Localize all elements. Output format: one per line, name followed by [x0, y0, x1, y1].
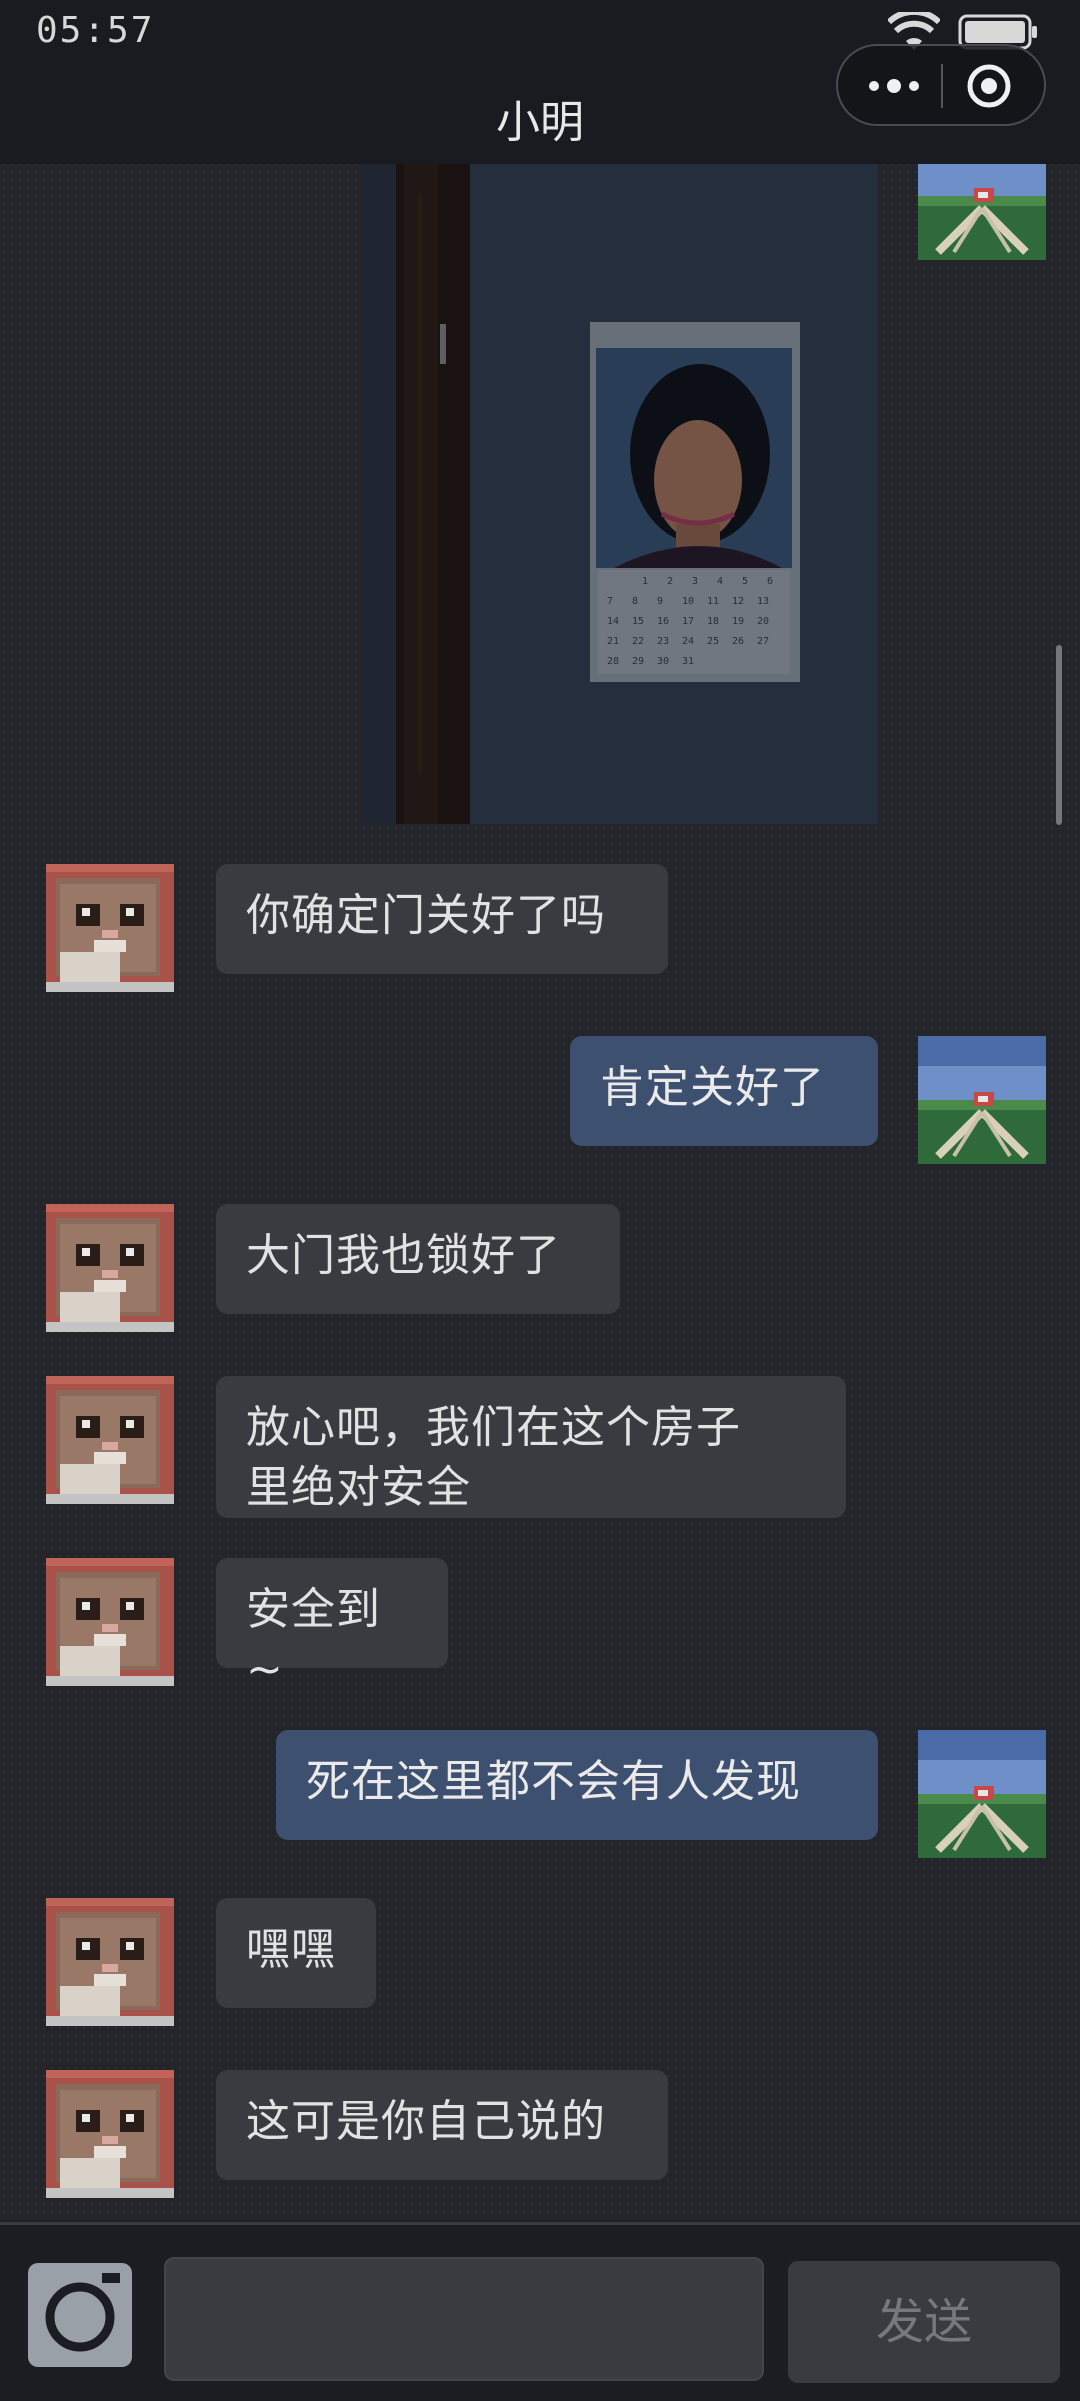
- message-bubble-incoming[interactable]: 这可是你自己说的: [216, 2070, 668, 2180]
- message-bubble-incoming[interactable]: 放心吧，我们在这个房子 里绝对安全: [216, 1376, 846, 1518]
- photo-image: 1 2 3 4 5 6 7 8 9 10 11 12 13 14 15 16 1…: [362, 164, 878, 824]
- status-time: 05:57: [36, 10, 155, 51]
- capsule-divider: [941, 64, 943, 108]
- message-bubble-incoming[interactable]: 你确定门关好了吗: [216, 864, 668, 974]
- avatar-xiaoming[interactable]: [46, 1376, 174, 1504]
- avatar-xiaoming[interactable]: [46, 2070, 174, 2198]
- target-icon[interactable]: [966, 63, 1012, 109]
- input-bar: 发送: [0, 2222, 1080, 2401]
- message-input[interactable]: [164, 2257, 764, 2381]
- message-bubble-incoming[interactable]: 嘿嘿: [216, 1898, 376, 2008]
- message-bubble-incoming[interactable]: 安全到~: [216, 1558, 448, 1695]
- avatar-xiaoming[interactable]: [46, 864, 174, 992]
- message-bubble-outgoing[interactable]: 肯定关好了: [570, 1036, 878, 1146]
- avatar-xiaoming[interactable]: [46, 1898, 174, 2026]
- send-button[interactable]: 发送: [788, 2261, 1060, 2383]
- avatar-xiaoming[interactable]: [46, 1558, 174, 1686]
- scrollbar[interactable]: [1056, 645, 1062, 825]
- mini-program-capsule: [836, 44, 1046, 126]
- avatar-self[interactable]: [918, 1036, 1046, 1164]
- photo-message[interactable]: 1 2 3 4 5 6 7 8 9 10 11 12 13 14 15 16 1…: [362, 164, 878, 824]
- avatar-xiaoming[interactable]: [46, 1204, 174, 1332]
- avatar-self[interactable]: [918, 1730, 1046, 1858]
- message-bubble-outgoing[interactable]: 死在这里都不会有人发现: [276, 1730, 878, 1840]
- more-icon[interactable]: [866, 76, 922, 96]
- camera-button[interactable]: [28, 2263, 132, 2367]
- message-bubble-incoming[interactable]: 大门我也锁好了: [216, 1204, 620, 1314]
- camera-icon: [45, 2273, 120, 2352]
